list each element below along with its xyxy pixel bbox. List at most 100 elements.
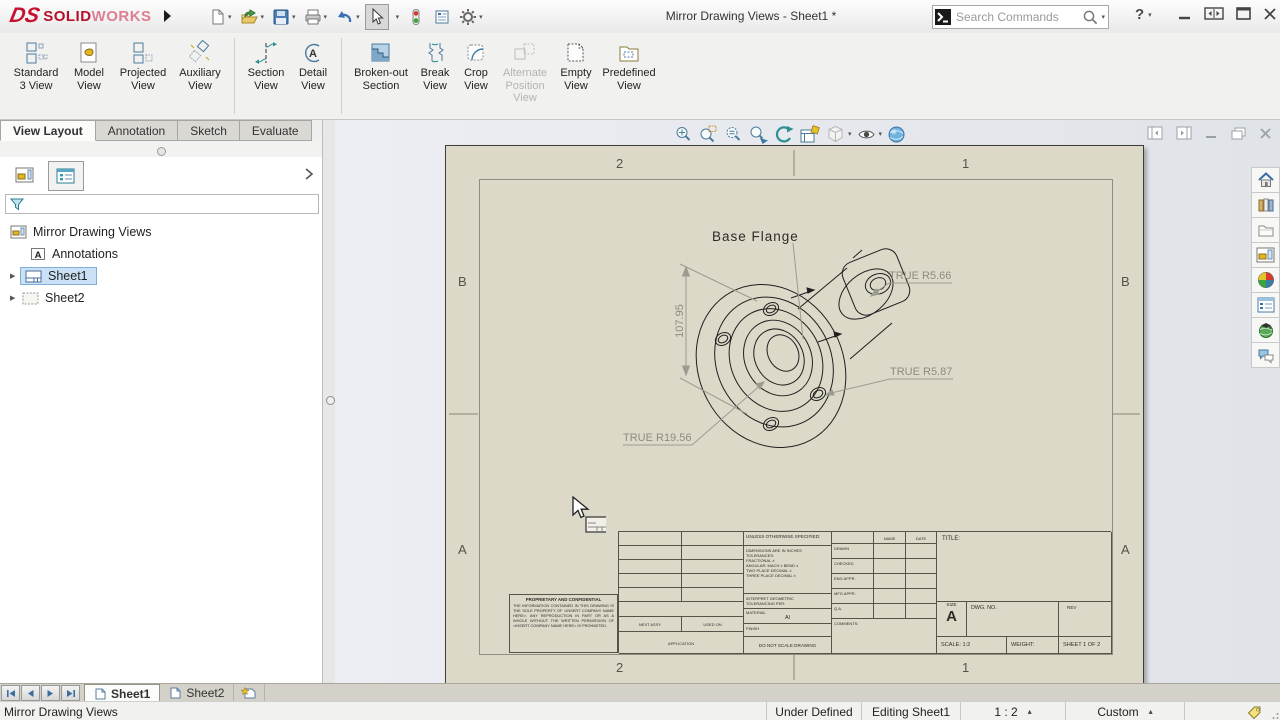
help-icon[interactable]: ? xyxy=(1135,6,1144,23)
sheet-tab-icon xyxy=(169,687,182,699)
doc-minimize-icon[interactable] xyxy=(1205,127,1218,139)
tab-feature-manager[interactable] xyxy=(48,161,84,191)
sheet-tab-sheet1[interactable]: Sheet1 xyxy=(84,684,160,702)
minimize-button[interactable] xyxy=(1178,7,1192,21)
auxiliary-view-button[interactable]: Auxiliary View xyxy=(172,37,228,94)
view-palette-button[interactable] xyxy=(1251,242,1280,268)
broken-out-section-button[interactable]: Broken-out Section xyxy=(348,37,414,94)
zoom-in-out-icon[interactable] xyxy=(722,123,745,145)
3d-drawing-view-icon[interactable] xyxy=(798,123,822,145)
tree-sheet2-row[interactable]: ▶ Sheet2 xyxy=(0,287,325,309)
select-caret-button[interactable]: ▾ xyxy=(391,4,403,30)
resize-grip[interactable] xyxy=(1270,702,1280,720)
forum-button[interactable] xyxy=(1251,342,1280,368)
tree-annotations-row[interactable]: A Annotations xyxy=(0,243,325,265)
maximize-button[interactable] xyxy=(1236,7,1251,20)
search-caret-icon[interactable]: ▾ xyxy=(1101,13,1105,21)
graphics-area[interactable]: ▾ ▾ 2 1 2 1 B A B A xyxy=(335,120,1280,683)
pane-left-icon[interactable] xyxy=(1147,126,1163,140)
display-style-caret-icon[interactable]: ▾ xyxy=(848,130,852,138)
previous-sheet-button[interactable] xyxy=(21,685,40,701)
break-view-button[interactable]: Break View xyxy=(414,37,456,94)
tab-sketch[interactable]: Sketch xyxy=(178,120,240,141)
expand-arrow-icon[interactable]: ▶ xyxy=(10,294,20,302)
dimension-107-95[interactable]: 107.95 xyxy=(674,304,686,338)
first-sheet-button[interactable] xyxy=(1,685,20,701)
detail-view-icon: A xyxy=(300,39,326,67)
projected-view-button[interactable]: Projected View xyxy=(114,37,172,94)
splitter-handle-dot[interactable] xyxy=(326,396,335,405)
radius-annotation-r587[interactable]: TRUE R5.87 xyxy=(890,366,952,378)
previous-view-icon[interactable] xyxy=(772,123,796,145)
radius-annotation-r566[interactable]: TRUE R5.66 xyxy=(889,270,951,282)
select-tool-button[interactable] xyxy=(365,4,389,30)
drawing-sheet[interactable]: 2 1 2 1 B A B A xyxy=(445,145,1144,683)
panel-expand-chevron-icon[interactable] xyxy=(303,167,315,181)
zoom-to-area-icon[interactable] xyxy=(697,123,720,145)
part-geometry[interactable] xyxy=(668,245,913,474)
collapse-handle-dot[interactable] xyxy=(157,147,166,156)
expand-arrow-icon[interactable]: ▶ xyxy=(10,272,20,280)
tab-annotation[interactable]: Annotation xyxy=(96,120,178,141)
filter-input[interactable] xyxy=(5,194,319,214)
section-view-button[interactable]: Section View xyxy=(241,37,291,94)
feature-manager-icon xyxy=(56,168,76,184)
doc-restore-icon[interactable] xyxy=(1231,127,1246,140)
open-folder-icon xyxy=(240,8,259,26)
undo-button[interactable]: ▾ xyxy=(332,4,363,30)
zoom-to-selection-icon[interactable] xyxy=(747,123,770,145)
solidworks-resources-button[interactable] xyxy=(1251,317,1280,343)
hide-show-items-icon[interactable]: ▾ xyxy=(855,123,884,145)
model-view-button[interactable]: Model View xyxy=(64,37,114,94)
search-icon[interactable] xyxy=(1082,9,1099,26)
file-properties-button[interactable] xyxy=(430,4,454,30)
close-button[interactable] xyxy=(1263,7,1277,21)
hide-show-caret-icon[interactable]: ▾ xyxy=(879,130,883,138)
radius-annotation-r1956[interactable]: TRUE R19.56 xyxy=(623,432,691,444)
search-input[interactable]: Search Commands xyxy=(951,10,1082,24)
appearances-button[interactable] xyxy=(1251,267,1280,293)
tree-sheet1-row[interactable]: ▶ Sheet1 xyxy=(0,265,325,287)
file-explorer-button[interactable] xyxy=(1251,217,1280,243)
detail-view-button[interactable]: A Detail View xyxy=(291,37,335,94)
add-sheet-button[interactable] xyxy=(234,684,265,702)
rebuild-button[interactable] xyxy=(404,4,428,30)
help-caret-icon[interactable]: ▾ xyxy=(1148,11,1152,19)
tree-root-row[interactable]: Mirror Drawing Views xyxy=(0,221,325,243)
predefined-view-button[interactable]: Predefined View xyxy=(598,37,660,94)
view-settings-icon[interactable] xyxy=(885,123,908,145)
tab-drawing-manager[interactable] xyxy=(8,161,42,189)
sheet-tab-sheet2[interactable]: Sheet2 xyxy=(160,684,234,702)
units-control[interactable]: Custom▴ xyxy=(1065,702,1184,720)
name-column-header: NAME xyxy=(874,532,906,544)
zoom-to-fit-icon[interactable] xyxy=(672,123,695,145)
search-scope-icon[interactable] xyxy=(935,9,951,25)
sheet-scale-control[interactable]: 1 : 2▴ xyxy=(960,702,1065,720)
tab-view-layout[interactable]: View Layout xyxy=(0,120,96,141)
home-button[interactable] xyxy=(1251,167,1280,193)
pane-right-icon[interactable] xyxy=(1176,126,1192,140)
save-button[interactable]: ▾ xyxy=(269,4,299,30)
logo-flyout-arrow-icon[interactable] xyxy=(160,7,174,25)
new-document-button[interactable]: ▾ xyxy=(205,4,235,30)
sheet1-selection[interactable]: Sheet1 xyxy=(20,267,97,285)
search-commands-box[interactable]: Search Commands ▾ xyxy=(932,5,1109,29)
view-label-base-flange[interactable]: Base Flange xyxy=(712,229,799,244)
doc-close-icon[interactable] xyxy=(1259,127,1272,140)
span-displays-button[interactable] xyxy=(1204,6,1224,21)
empty-view-button[interactable]: Empty View xyxy=(554,37,598,94)
broken-out-section-icon xyxy=(368,39,394,67)
tab-evaluate[interactable]: Evaluate xyxy=(240,120,312,141)
tags-control[interactable] xyxy=(1184,702,1270,720)
crop-view-button[interactable]: Crop View xyxy=(456,37,496,94)
scale-caret-icon: ▴ xyxy=(1028,707,1032,716)
options-button[interactable]: ▾ xyxy=(456,4,486,30)
help-menu[interactable]: ? ▾ xyxy=(1135,6,1152,23)
design-library-button[interactable] xyxy=(1251,192,1280,218)
standard-3-view-button[interactable]: Standard 3 View xyxy=(8,37,64,94)
custom-properties-button[interactable] xyxy=(1251,292,1280,318)
next-sheet-button[interactable] xyxy=(41,685,60,701)
print-button[interactable]: ▾ xyxy=(301,4,331,30)
open-document-button[interactable]: ▾ xyxy=(237,4,268,30)
last-sheet-button[interactable] xyxy=(61,685,80,701)
